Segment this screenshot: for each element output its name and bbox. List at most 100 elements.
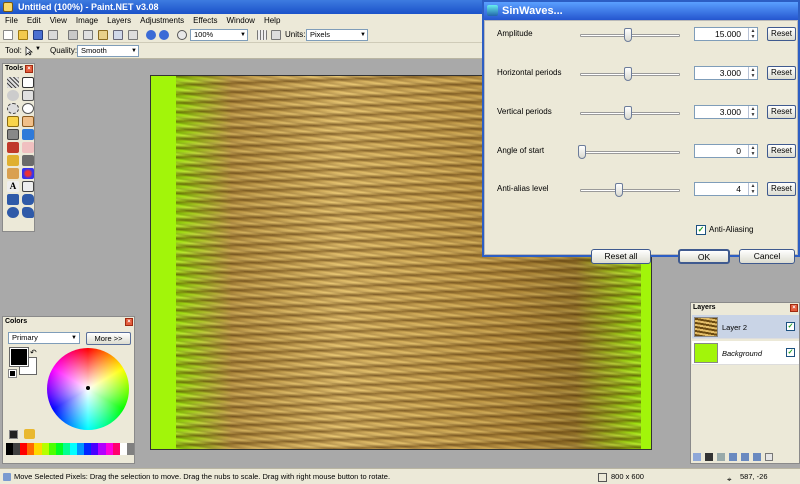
spin-arrows-icon[interactable]: ▲ ▼ [748, 145, 757, 157]
duplicate-layer-icon[interactable] [717, 453, 725, 461]
spin-arrows-icon[interactable]: ▲ ▼ [748, 28, 757, 40]
quality-combo[interactable]: Smooth ▼ [77, 45, 139, 57]
magic-wand-tool-icon[interactable] [7, 116, 19, 127]
clone-stamp-tool-icon[interactable] [7, 168, 19, 179]
layer-visibility-checkbox[interactable]: ✓ [786, 348, 795, 357]
angle-of-start-value: 0 [736, 146, 741, 156]
paint-bucket-tool-icon[interactable] [7, 129, 19, 140]
merge-layer-down-icon[interactable] [729, 453, 737, 461]
cut-icon[interactable] [68, 30, 78, 40]
ellipse-tool-icon[interactable] [7, 207, 19, 218]
menu-layers[interactable]: Layers [104, 14, 137, 27]
reset-all-button[interactable]: Reset all [591, 249, 651, 264]
open-folder-icon[interactable] [18, 30, 28, 40]
menu-effects[interactable]: Effects [190, 14, 223, 27]
menu-image[interactable]: Image [73, 14, 104, 27]
deselect-icon[interactable] [128, 30, 138, 40]
color-picker-tool-icon[interactable] [22, 155, 34, 166]
paintbrush-tool-icon[interactable] [7, 142, 19, 153]
undo-icon[interactable] [146, 30, 156, 40]
cancel-button[interactable]: Cancel [739, 249, 795, 264]
chevron-down-icon[interactable]: ▼ [35, 46, 41, 52]
move-selection-tool-icon[interactable] [24, 46, 34, 56]
menu-help[interactable]: Help [261, 14, 286, 27]
layer-item-background[interactable]: Background ✓ [692, 341, 799, 365]
recolor-tool-icon[interactable] [22, 168, 34, 179]
line-tool-icon[interactable] [22, 181, 34, 192]
zoom-tool-icon[interactable] [22, 103, 34, 114]
pencil-tool-icon[interactable] [7, 155, 19, 166]
rounded-rectangle-tool-icon[interactable] [22, 194, 34, 205]
gradient-tool-icon[interactable] [22, 129, 34, 140]
horizontal-periods-slider-thumb[interactable] [624, 67, 632, 81]
anti-aliasing-checkbox[interactable]: ✓ [696, 225, 706, 235]
angle-of-start-slider-track[interactable] [580, 151, 680, 154]
layer-item-layer-2[interactable]: Layer 2 ✓ [692, 315, 799, 339]
menu-view[interactable]: View [47, 14, 73, 27]
close-icon[interactable]: × [25, 65, 33, 73]
print-icon[interactable] [48, 30, 58, 40]
close-icon[interactable]: × [790, 304, 798, 312]
amplitude-input[interactable]: 15.000 ▲ ▼ [694, 27, 758, 41]
rectangle-tool-icon[interactable] [7, 194, 19, 205]
amplitude-slider-thumb[interactable] [624, 28, 632, 42]
color-mode-select[interactable]: Primary ▼ [8, 332, 80, 344]
angle-of-start-slider-thumb[interactable] [578, 145, 586, 159]
move-selected-pixels-tool-icon[interactable] [22, 77, 34, 88]
more-colors-button[interactable]: More >> [86, 332, 131, 345]
vertical-periods-reset-button[interactable]: Reset [767, 105, 796, 119]
eraser-tool-icon[interactable] [22, 142, 34, 153]
grid-icon[interactable] [257, 30, 267, 40]
dialog-title-bar[interactable]: SinWaves... [484, 2, 798, 20]
palette-folder-icon[interactable] [24, 429, 35, 439]
delete-layer-icon[interactable] [705, 453, 713, 461]
add-layer-icon[interactable] [693, 453, 701, 461]
angle-of-start-input[interactable]: 0 ▲ ▼ [694, 144, 758, 158]
zoom-combo[interactable]: 100% ▼ [190, 29, 248, 41]
ok-button[interactable]: OK [678, 249, 730, 264]
spin-arrows-icon[interactable]: ▲ ▼ [748, 106, 757, 118]
horizontal-periods-reset-button[interactable]: Reset [767, 66, 796, 80]
spin-arrows-icon[interactable]: ▲ ▼ [748, 183, 757, 195]
swap-colors-icon[interactable]: ↶ [30, 348, 37, 357]
vertical-periods-slider-thumb[interactable] [624, 106, 632, 120]
horizontal-periods-input[interactable]: 3.000 ▲ ▼ [694, 66, 758, 80]
redo-icon[interactable] [159, 30, 169, 40]
amplitude-reset-button[interactable]: Reset [767, 27, 796, 41]
layer-visibility-checkbox[interactable]: ✓ [786, 322, 795, 331]
move-layer-up-icon[interactable] [741, 453, 749, 461]
menu-window[interactable]: Window [223, 14, 260, 27]
angle-of-start-reset-button[interactable]: Reset [767, 144, 796, 158]
spin-arrows-icon[interactable]: ▲ ▼ [748, 67, 757, 79]
text-tool-icon[interactable]: A [7, 181, 19, 192]
reset-colors-icon[interactable] [8, 369, 17, 378]
anti-alias-level-slider-track[interactable] [580, 189, 680, 192]
pan-tool-icon[interactable] [22, 116, 34, 127]
menu-adjustments[interactable]: Adjustments [137, 14, 190, 27]
layer-properties-icon[interactable] [765, 453, 773, 461]
lasso-select-tool-icon[interactable] [7, 90, 19, 101]
rectangle-select-tool-icon[interactable] [7, 77, 19, 88]
move-layer-down-icon[interactable] [753, 453, 761, 461]
ellipse-select-tool-icon[interactable] [7, 103, 19, 114]
units-combo[interactable]: Pixels ▼ [306, 29, 368, 41]
save-icon[interactable] [33, 30, 43, 40]
move-selection-tool-icon[interactable] [22, 90, 34, 101]
paste-icon[interactable] [98, 30, 108, 40]
color-palette[interactable] [6, 443, 134, 455]
zoom-icon[interactable] [177, 30, 187, 40]
freeform-shape-tool-icon[interactable] [22, 207, 34, 218]
crop-icon[interactable] [113, 30, 123, 40]
palette-menu-icon[interactable] [9, 430, 18, 439]
primary-color-swatch[interactable] [9, 347, 29, 367]
menu-file[interactable]: File [2, 14, 24, 27]
menu-edit[interactable]: Edit [24, 14, 47, 27]
copy-icon[interactable] [83, 30, 93, 40]
anti-alias-level-reset-button[interactable]: Reset [767, 182, 796, 196]
close-icon[interactable]: × [125, 318, 133, 326]
vertical-periods-input[interactable]: 3.000 ▲ ▼ [694, 105, 758, 119]
new-file-icon[interactable] [3, 30, 13, 40]
anti-alias-level-input[interactable]: 4 ▲ ▼ [694, 182, 758, 196]
anti-alias-level-slider-thumb[interactable] [614, 183, 623, 197]
rulers-icon[interactable] [271, 30, 281, 40]
